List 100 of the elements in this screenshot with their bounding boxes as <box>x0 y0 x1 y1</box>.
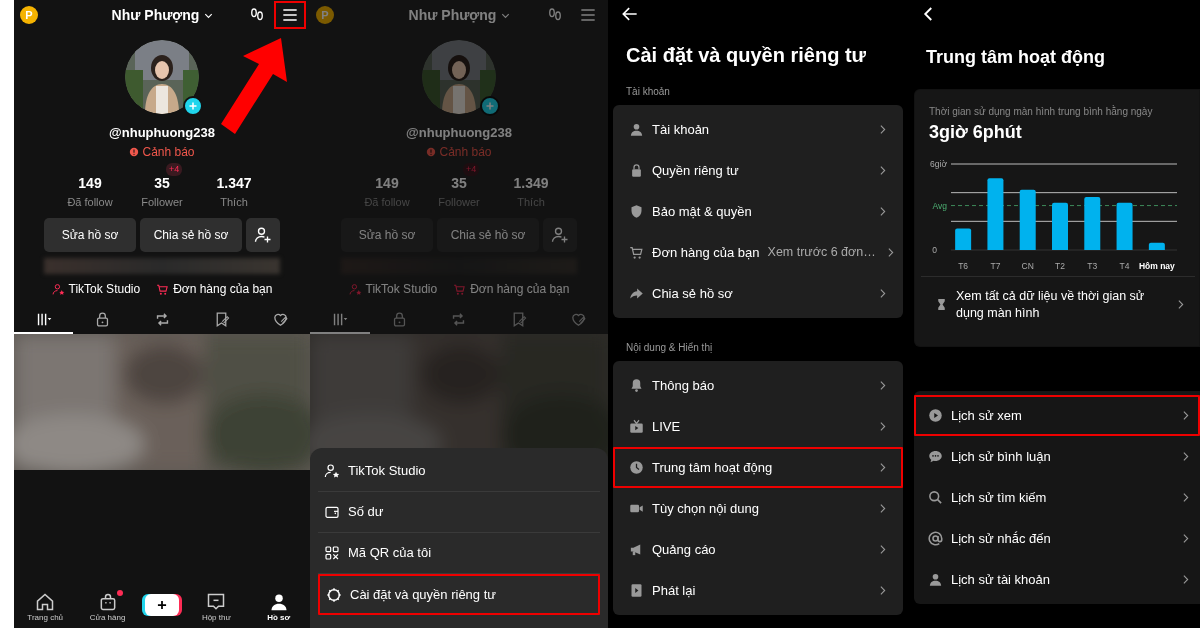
link-label: Xem tất cả dữ liệu về thời gian sử dụng màn hình <box>956 288 1146 321</box>
axis-label: T2 <box>1055 261 1065 271</box>
chat-bubble-icon <box>928 449 943 464</box>
nav-tab[interactable]: Hộp thư <box>191 592 242 624</box>
cart-icon <box>156 282 170 296</box>
play-icon <box>928 408 943 423</box>
at-sign-icon <box>928 531 943 546</box>
settings-item[interactable]: Thông báo <box>613 365 903 406</box>
count-badge: +4 <box>463 162 480 176</box>
item-label: Tùy chọn nội dung <box>652 499 759 518</box>
clock-icon <box>629 460 644 475</box>
studio-link[interactable]: TikTok Studio <box>51 280 141 298</box>
orders-link[interactable]: Đơn hàng của bạn <box>453 280 570 298</box>
settings-item[interactable]: Trung tâm hoạt động <box>613 447 903 488</box>
username[interactable]: Như Phượng <box>111 4 200 26</box>
coin-icon: P <box>316 6 334 24</box>
user-star-icon <box>324 463 340 479</box>
search-icon <box>928 490 943 505</box>
page-title: Trung tâm hoạt động <box>926 46 1106 69</box>
heart-icon <box>569 311 587 328</box>
edit-profile-button[interactable]: Sửa hồ sơ <box>341 218 433 252</box>
alert-icon <box>426 146 437 157</box>
history-item[interactable]: Lịch sử bình luận <box>914 436 1200 477</box>
nav-tab[interactable]: Cửa hàng <box>82 592 133 624</box>
alert-icon <box>129 146 140 157</box>
qr-code-icon <box>324 545 340 561</box>
menu-item[interactable]: TikTok Studio <box>318 451 600 492</box>
item-label: Tài khoản <box>652 120 710 139</box>
coin-icon: P <box>20 6 38 24</box>
axis-label: T6 <box>958 261 969 271</box>
settings-item[interactable]: Chia sẻ hồ sơ <box>613 273 903 314</box>
user-star-icon <box>348 282 362 296</box>
count-badge: +4 <box>166 162 183 176</box>
nav-tab[interactable]: Hồ sơ <box>253 592 304 624</box>
item-label: Đơn hàng của bạn <box>652 243 760 262</box>
share-profile-button[interactable]: Chia sẻ hồ sơ <box>140 218 242 252</box>
axis-label: T4 <box>1119 261 1130 271</box>
edit-profile-button[interactable]: Sửa hồ sơ <box>44 218 136 252</box>
username-handle: @nhuphuong238 <box>109 124 215 142</box>
history-item[interactable]: Lịch sử tìm kiếm <box>914 477 1200 518</box>
axis-label: T7 <box>990 261 1001 271</box>
stat-label: Thích <box>220 194 248 210</box>
menu-item[interactable]: Số dư <box>318 492 600 533</box>
hourglass-icon <box>935 298 948 311</box>
settings-item[interactable]: Bảo mật & quyền <box>613 191 903 232</box>
item-value: Xem trước 6 đơn… <box>767 244 876 262</box>
home-icon <box>35 592 56 612</box>
add-user-icon <box>551 226 569 245</box>
settings-item[interactable]: Tùy chọn nội dung <box>613 488 903 529</box>
section-heading: Nội dung & Hiển thị <box>626 341 714 355</box>
username[interactable]: Như Phượng <box>408 4 497 26</box>
add-user-icon <box>254 226 272 245</box>
plus-icon <box>187 100 199 112</box>
settings-item[interactable]: Tài khoản <box>613 109 903 150</box>
nav-tab[interactable]: Trang chủ <box>20 592 71 624</box>
item-label: Lịch sử nhắc đến <box>951 529 1051 548</box>
grid-icon <box>35 311 53 328</box>
menu-item[interactable]: Mã QR của tôi <box>318 533 600 574</box>
settings-item[interactable]: Quảng cáo <box>613 529 903 570</box>
user-star-icon <box>51 282 65 296</box>
item-label: Phát lại <box>652 581 696 600</box>
history-item[interactable]: Lịch sử xem <box>914 395 1200 436</box>
item-label: Lịch sử tìm kiếm <box>951 488 1047 507</box>
create-button[interactable] <box>144 594 179 616</box>
menu-item[interactable]: Cài đặt và quyền riêng tư <box>318 574 600 615</box>
menu-button[interactable] <box>274 1 306 29</box>
settings-item[interactable]: Đơn hàng của bạn Xem trước 6 đơn… <box>613 232 903 273</box>
history-item[interactable]: Lịch sử nhắc đến <box>914 518 1200 559</box>
stat-value: 149 <box>375 173 399 193</box>
stat-label: Đã follow <box>67 194 113 210</box>
stat-value: 35 <box>451 173 467 193</box>
see-all-link[interactable]: Xem tất cả dữ liệu về thời gian sử dụng màn hình <box>921 276 1195 332</box>
orders-link[interactable]: Đơn hàng của bạn <box>156 280 273 298</box>
item-label: Quyền riêng tư <box>652 161 739 180</box>
person-icon <box>928 572 943 587</box>
history-item[interactable]: Lịch sử tài khoản <box>914 559 1200 600</box>
bell-icon <box>629 378 644 393</box>
settings-item[interactable]: LIVE <box>613 406 903 447</box>
wallet-icon <box>324 504 340 520</box>
lock-icon <box>629 163 644 178</box>
add-friend-button[interactable] <box>246 218 280 252</box>
cart-icon <box>453 282 467 296</box>
plus-icon <box>484 100 496 112</box>
studio-link[interactable]: TikTok Studio <box>348 280 438 298</box>
axis-label: 0 <box>932 245 937 255</box>
share-icon <box>629 286 644 301</box>
axis-label: CN <box>1021 261 1034 271</box>
share-profile-button[interactable]: Chia sẻ hồ sơ <box>437 218 539 252</box>
item-label: Chia sẻ hồ sơ <box>652 284 733 303</box>
shield-icon <box>629 204 644 219</box>
page-title: Cài đặt và quyền riêng tư <box>626 43 868 68</box>
settings-item[interactable]: Quyền riêng tư <box>613 150 903 191</box>
settings-item[interactable]: Phát lại <box>613 570 903 611</box>
axis-label: T3 <box>1087 261 1098 271</box>
heart-icon <box>271 311 289 328</box>
item-label: Bảo mật & quyền <box>652 202 752 221</box>
stat-value: 35 <box>154 173 170 193</box>
stat-value: 1.349 <box>513 173 549 193</box>
add-button[interactable] <box>183 96 203 116</box>
warning-link[interactable]: Cảnh báo <box>129 142 195 161</box>
